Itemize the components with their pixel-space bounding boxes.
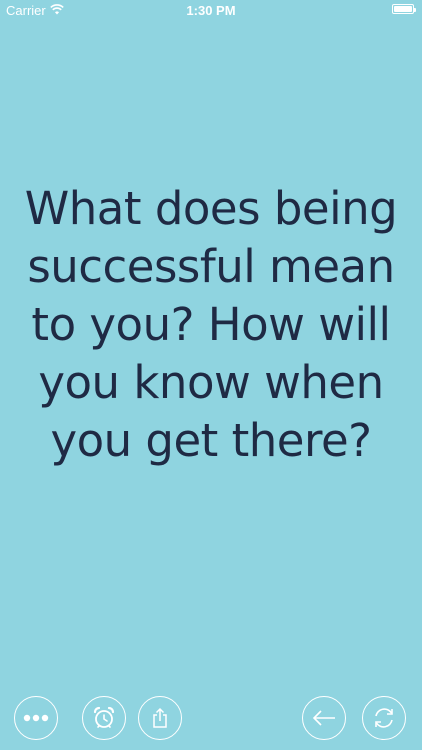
status-bar: Carrier 1:30 PM: [0, 0, 422, 22]
battery-level: [394, 6, 412, 12]
question-container: What does being successful mean to you? …: [20, 180, 402, 550]
alarm-icon: [92, 706, 116, 730]
share-button[interactable]: [138, 696, 182, 740]
question-text: What does being successful mean to you? …: [24, 182, 398, 467]
bottom-toolbar: [0, 696, 422, 742]
more-button[interactable]: [14, 696, 58, 740]
status-time: 1:30 PM: [186, 3, 236, 18]
refresh-icon: [371, 705, 397, 731]
back-button[interactable]: [302, 696, 346, 740]
battery-icon: [392, 4, 416, 14]
refresh-button[interactable]: [362, 696, 406, 740]
more-icon: [23, 714, 49, 722]
share-icon: [150, 707, 170, 729]
status-right: [392, 4, 416, 14]
back-arrow-icon: [311, 709, 337, 727]
alarm-button[interactable]: [82, 696, 126, 740]
